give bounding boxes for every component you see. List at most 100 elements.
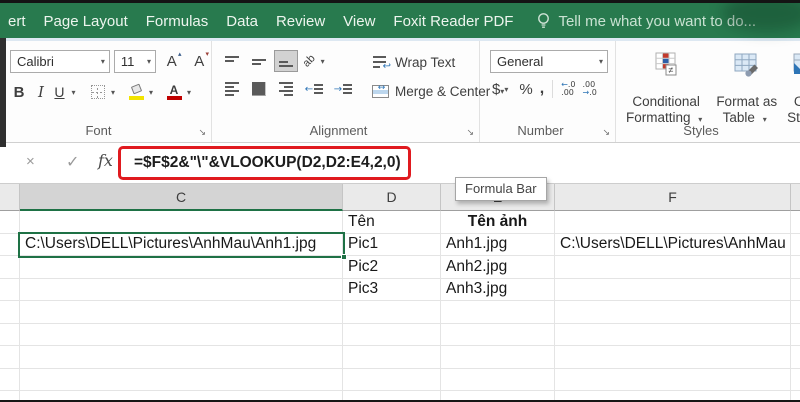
column-header-g-sliver[interactable] bbox=[791, 184, 800, 211]
borders-button[interactable]: ▾ bbox=[90, 81, 120, 103]
number-format-select[interactable]: General ▾ bbox=[490, 50, 608, 73]
cancel-icon[interactable]: × bbox=[26, 153, 35, 170]
cell-d5[interactable] bbox=[343, 301, 441, 324]
format-as-table-label-1: Format as bbox=[716, 94, 778, 109]
tab-review[interactable]: Review bbox=[267, 13, 334, 30]
cell-e5[interactable] bbox=[441, 301, 555, 324]
wrap-text-icon: ↩ bbox=[372, 55, 391, 72]
tab-formulas[interactable]: Formulas bbox=[137, 13, 218, 30]
cell-b8[interactable] bbox=[0, 368, 20, 391]
cell-e7[interactable] bbox=[441, 346, 555, 369]
cell-b1[interactable] bbox=[0, 211, 20, 234]
cell-d2[interactable]: Pic1 bbox=[343, 233, 441, 256]
cell-c4[interactable] bbox=[20, 278, 343, 301]
tab-view[interactable]: View bbox=[334, 13, 384, 30]
cell-d8[interactable] bbox=[343, 368, 441, 391]
cell-f4[interactable] bbox=[555, 278, 791, 301]
formula-input[interactable]: =$F$2&"\"&VLOOKUP(D2,D2:E4,2,0) bbox=[121, 154, 401, 172]
underline-button[interactable]: U ▾ bbox=[52, 81, 82, 103]
chevron-down-icon: ▾ bbox=[186, 87, 191, 97]
cell-f1[interactable] bbox=[555, 211, 791, 234]
cell-e1[interactable]: Tên ảnh bbox=[441, 211, 555, 234]
cell-b3[interactable] bbox=[0, 256, 20, 279]
cell-d1[interactable]: Tên bbox=[343, 211, 441, 234]
cell-e6[interactable] bbox=[441, 323, 555, 346]
column-header-b-sliver[interactable] bbox=[0, 184, 20, 211]
orientation-icon: ab bbox=[300, 52, 319, 70]
align-center-button[interactable] bbox=[247, 78, 271, 100]
column-header-d[interactable]: D bbox=[343, 184, 441, 211]
cell-c1[interactable] bbox=[20, 211, 343, 234]
left-crop-edge bbox=[0, 38, 6, 147]
cell-g3[interactable] bbox=[791, 256, 800, 279]
cell-f7[interactable] bbox=[555, 346, 791, 369]
align-bottom-button[interactable] bbox=[274, 50, 298, 72]
bold-button[interactable]: B bbox=[8, 81, 30, 103]
cell-g5[interactable] bbox=[791, 301, 800, 324]
indent-lines-icon bbox=[343, 83, 353, 95]
font-name-select[interactable]: Calibri ▾ bbox=[10, 50, 110, 73]
enter-icon[interactable]: ✓ bbox=[66, 152, 79, 171]
increase-decimal-button[interactable]: ←.0 .00 bbox=[561, 81, 575, 97]
cell-c5[interactable] bbox=[20, 301, 343, 324]
currency-format-button[interactable]: $ ▾ bbox=[492, 81, 512, 98]
cell-c2-active[interactable]: C:\Users\DELL\Pictures\AnhMau\Anh1.jpg bbox=[20, 233, 343, 256]
cell-d4[interactable]: Pic3 bbox=[343, 278, 441, 301]
align-middle-button[interactable] bbox=[247, 50, 271, 72]
cell-e2[interactable]: Anh1.jpg bbox=[441, 233, 555, 256]
cell-g6[interactable] bbox=[791, 324, 800, 346]
comma-format-button[interactable]: , bbox=[540, 80, 544, 98]
align-right-button[interactable] bbox=[274, 78, 298, 100]
cell-e3[interactable]: Anh2.jpg bbox=[441, 256, 555, 279]
align-left-button[interactable] bbox=[220, 78, 244, 100]
decrease-font-size-button[interactable]: A ▾ bbox=[187, 50, 211, 73]
tab-data[interactable]: Data bbox=[217, 13, 267, 30]
align-top-button[interactable] bbox=[220, 50, 244, 72]
cell-e8[interactable] bbox=[441, 368, 555, 391]
cell-b5[interactable] bbox=[0, 301, 20, 324]
dialog-launcher-icon[interactable]: ↘ bbox=[602, 128, 610, 137]
cell-d6[interactable] bbox=[343, 323, 441, 346]
cell-d7[interactable] bbox=[343, 346, 441, 369]
cell-f2[interactable]: C:\Users\DELL\Pictures\AnhMau bbox=[555, 233, 791, 256]
increase-indent-button[interactable]: → bbox=[330, 78, 356, 100]
cell-g2[interactable] bbox=[791, 234, 800, 256]
cell-b6[interactable] bbox=[0, 323, 20, 346]
decrease-indent-button[interactable]: ← bbox=[301, 78, 327, 100]
cell-c6[interactable] bbox=[20, 323, 343, 346]
cell-c3[interactable] bbox=[20, 256, 343, 279]
fill-color-button[interactable]: ▾ bbox=[128, 81, 158, 103]
cell-styles-button[interactable]: Cell Styles bbox=[787, 50, 800, 142]
cell-g1[interactable] bbox=[791, 211, 800, 234]
tab-foxit-reader-pdf[interactable]: Foxit Reader PDF bbox=[384, 13, 522, 30]
cell-g4[interactable] bbox=[791, 279, 800, 301]
column-header-f[interactable]: F bbox=[555, 184, 791, 211]
cell-c8[interactable] bbox=[20, 368, 343, 391]
insert-function-icon[interactable]: fx bbox=[98, 151, 113, 170]
cell-e4[interactable]: Anh3.jpg bbox=[441, 278, 555, 301]
dialog-launcher-icon[interactable]: ↘ bbox=[466, 128, 474, 137]
orientation-button[interactable]: ab ▾ bbox=[301, 50, 331, 72]
italic-button[interactable]: I bbox=[32, 81, 50, 103]
decrease-decimal-button[interactable]: .00 →.0 bbox=[583, 81, 597, 97]
align-left-icon bbox=[225, 82, 239, 96]
cell-d3[interactable]: Pic2 bbox=[343, 256, 441, 279]
dialog-launcher-icon[interactable]: ↘ bbox=[198, 128, 206, 137]
font-color-button[interactable]: A ▾ bbox=[166, 81, 196, 103]
tab-insert-partial[interactable]: ert bbox=[8, 13, 35, 30]
tab-page-layout[interactable]: Page Layout bbox=[35, 13, 137, 30]
cell-f5[interactable] bbox=[555, 301, 791, 324]
cell-c7[interactable] bbox=[20, 346, 343, 369]
column-header-c[interactable]: C bbox=[20, 184, 343, 211]
cell-b7[interactable] bbox=[0, 346, 20, 369]
cell-g7[interactable] bbox=[791, 346, 800, 369]
cell-f8[interactable] bbox=[555, 368, 791, 391]
cell-g8[interactable] bbox=[791, 369, 800, 391]
percent-format-button[interactable]: % bbox=[519, 81, 532, 98]
cell-f6[interactable] bbox=[555, 323, 791, 346]
cell-b4[interactable] bbox=[0, 278, 20, 301]
increase-font-size-button[interactable]: A ▴ bbox=[160, 50, 184, 73]
cell-f3[interactable] bbox=[555, 256, 791, 279]
font-size-select[interactable]: 11 ▾ bbox=[113, 50, 156, 73]
cell-b2[interactable] bbox=[0, 233, 20, 256]
